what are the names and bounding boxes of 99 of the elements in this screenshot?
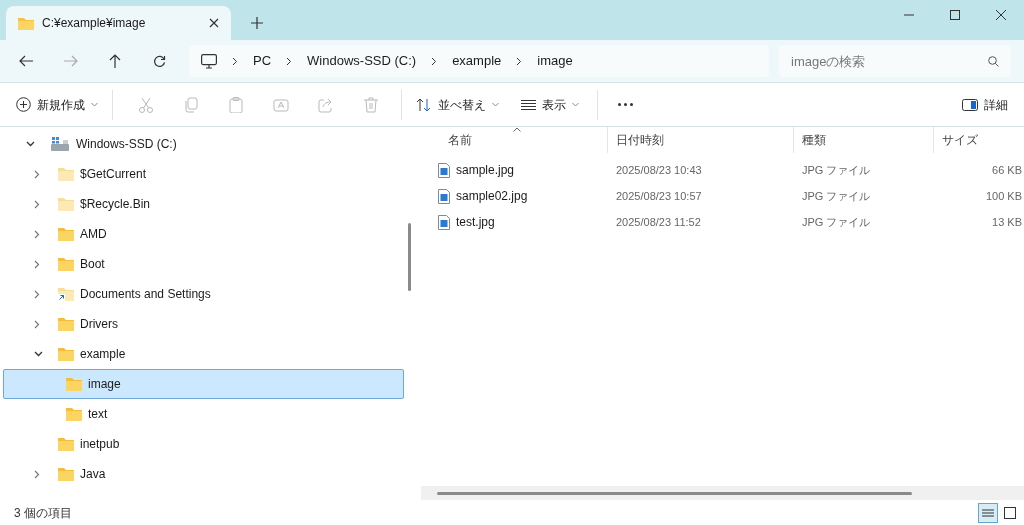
monitor-icon <box>201 53 217 69</box>
tree-item[interactable]: Boot <box>3 249 404 279</box>
chevron-right-icon <box>34 289 40 299</box>
tree-item[interactable]: Windows-SSD (C:) <box>3 129 404 159</box>
column-header[interactable]: 日付時刻 <box>608 127 794 153</box>
tree-item[interactable]: image <box>3 369 404 399</box>
folder-icon <box>58 437 74 451</box>
tree-item[interactable]: Documents and Settings <box>3 279 404 309</box>
chevron-down-icon <box>34 351 43 357</box>
image-file-icon <box>438 188 450 204</box>
tree-item[interactable]: AMD <box>3 219 404 249</box>
type-cell-text: JPG ファイル <box>801 188 872 204</box>
item-count: 3 個の項目 <box>14 504 72 522</box>
square-icon <box>1004 506 1016 519</box>
scissors-icon <box>137 96 154 113</box>
view-button[interactable]: 表示 <box>511 88 589 121</box>
caret-icon <box>572 102 579 107</box>
tab-title: C:¥example¥image <box>42 15 147 32</box>
breadcrumb-item[interactable]: Windows-SSD (C:) <box>307 51 417 71</box>
folder-icon <box>66 407 82 421</box>
chevron-right-icon <box>286 56 293 66</box>
tree-item[interactable]: Drivers <box>3 309 404 339</box>
refresh-icon[interactable] <box>153 54 166 68</box>
trash-icon <box>362 96 379 113</box>
drive-icon <box>50 136 70 152</box>
folder-icon <box>58 197 74 211</box>
tree-item[interactable]: inetpub <box>3 429 404 459</box>
clipboard-icon <box>227 96 244 113</box>
new-tab-icon[interactable] <box>251 17 263 29</box>
file-name[interactable]: test.jpg <box>456 213 495 231</box>
scrollbar-thumb[interactable] <box>408 223 411 291</box>
breadcrumb-item[interactable]: image <box>537 51 573 71</box>
shortcut-folder-icon <box>58 287 74 301</box>
size-cell-text: 66 KB <box>991 162 1023 178</box>
tree-item[interactable]: $Recycle.Bin <box>3 189 404 219</box>
sort-button[interactable]: 並べ替え <box>410 88 505 121</box>
new-button[interactable]: 新規作成 <box>16 88 112 121</box>
date-cell-text: 2025/08/23 10:43 <box>615 162 703 178</box>
chevron-right-icon <box>34 169 40 179</box>
image-file-icon <box>438 214 450 230</box>
column-header[interactable]: サイズ <box>934 127 1022 153</box>
type-cell-text: JPG ファイル <box>801 162 872 178</box>
horizontal-scrollbar-thumb[interactable] <box>437 491 912 495</box>
back-arrow-icon[interactable] <box>19 55 33 67</box>
folder-icon <box>18 16 34 30</box>
file-name[interactable]: sample02.jpg <box>456 187 528 205</box>
up-arrow-icon[interactable] <box>109 54 121 68</box>
column-header[interactable]: 名前 <box>418 127 608 153</box>
folder-icon <box>58 227 74 241</box>
caret-icon <box>492 102 499 107</box>
close-icon[interactable] <box>209 18 219 28</box>
image-file-icon <box>438 162 450 178</box>
chevron-right-icon <box>34 229 40 239</box>
folder-icon <box>58 167 74 181</box>
more-icon <box>618 103 633 106</box>
tree-item[interactable]: Java <box>3 459 404 489</box>
plus-circle-icon <box>16 97 31 112</box>
sort-arrows-icon <box>416 97 432 112</box>
search-icon <box>988 56 999 67</box>
lines-icon <box>521 99 536 110</box>
breadcrumb-item[interactable]: example <box>452 51 502 71</box>
maximize-icon[interactable] <box>950 10 960 20</box>
folder-icon <box>66 377 82 391</box>
details-pane-button[interactable]: 詳細 <box>962 88 1008 121</box>
address-bar[interactable]: PC Windows-SSD (C:) example image <box>189 45 769 77</box>
folder-icon <box>58 347 74 361</box>
share-icon <box>317 96 334 113</box>
tree-item[interactable]: example <box>3 339 404 369</box>
date-cell-text: 2025/08/23 11:52 <box>615 214 702 230</box>
chevron-right-icon <box>34 469 40 479</box>
chevron-right-icon <box>34 199 40 209</box>
rename-icon <box>272 96 289 113</box>
sort-up-icon <box>512 127 521 132</box>
date-cell-text: 2025/08/23 10:57 <box>615 188 703 204</box>
chevron-right-icon <box>431 56 438 66</box>
folder-icon <box>58 257 74 271</box>
size-cell-text: 100 KB <box>984 188 1023 204</box>
forward-arrow-icon[interactable] <box>64 55 78 67</box>
close-icon[interactable] <box>996 10 1006 20</box>
chevron-right-icon <box>34 259 40 269</box>
folder-icon <box>58 467 74 481</box>
lines-icon <box>982 508 994 517</box>
chevron-right-icon <box>516 56 523 66</box>
file-name[interactable]: sample.jpg <box>456 161 515 179</box>
caret-icon <box>91 102 98 107</box>
tree-item[interactable]: text <box>3 399 404 429</box>
tab[interactable]: C:¥example¥image <box>6 6 231 40</box>
copy-icon <box>182 96 199 113</box>
chevron-right-icon <box>232 56 238 66</box>
chevron-right-icon <box>34 319 40 329</box>
panel-icon <box>962 98 978 111</box>
chevron-down-icon <box>26 141 35 147</box>
size-cell-text: 13 KB <box>991 214 1023 230</box>
breadcrumb-item[interactable]: PC <box>253 51 272 71</box>
search-field[interactable]: imageの検索 <box>779 45 1011 77</box>
type-cell-text: JPG ファイル <box>801 214 872 230</box>
folder-icon <box>58 317 74 331</box>
tree-item[interactable]: $GetCurrent <box>3 159 404 189</box>
column-header[interactable]: 種類 <box>794 127 934 153</box>
